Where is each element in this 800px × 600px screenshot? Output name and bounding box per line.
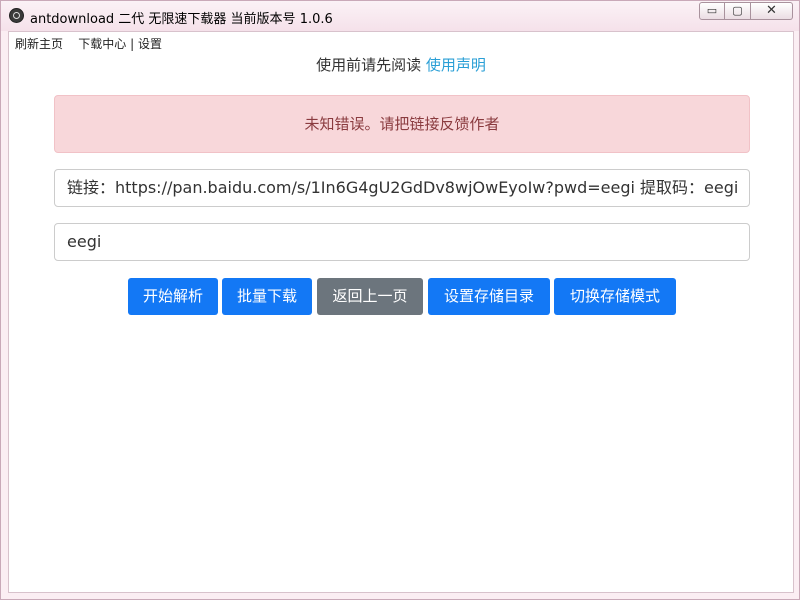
menu-refresh-home[interactable]: 刷新主页 (15, 37, 63, 51)
menu-download-center[interactable]: 下载中心 (78, 37, 126, 51)
notice-text: 使用前请先阅读 (316, 56, 422, 74)
extract-code-input[interactable]: eegi (54, 223, 750, 261)
app-window: antdownload 二代 无限速下载器 当前版本号 1.0.6 ▭ ▢ ✕ … (0, 0, 800, 600)
menu-settings[interactable]: 设置 (138, 37, 162, 51)
usage-statement-link[interactable]: 使用声明 (426, 56, 486, 74)
close-button[interactable]: ✕ (751, 2, 793, 20)
back-button[interactable]: 返回上一页 (317, 278, 423, 315)
menu-separator: | (130, 37, 135, 51)
title-bar[interactable]: antdownload 二代 无限速下载器 当前版本号 1.0.6 ▭ ▢ ✕ (1, 1, 799, 31)
share-link-input[interactable]: 链接：https://pan.baidu.com/s/1In6G4gU2GdDv… (54, 169, 750, 207)
error-alert: 未知错误。请把链接反馈作者 (54, 95, 750, 153)
set-storage-dir-button[interactable]: 设置存储目录 (428, 278, 550, 315)
switch-storage-mode-button[interactable]: 切换存储模式 (554, 278, 676, 315)
maximize-button[interactable]: ▢ (725, 2, 751, 20)
batch-download-button[interactable]: 批量下载 (222, 278, 312, 315)
menu-bar: 刷新主页 下载中心 | 设置 (15, 35, 162, 52)
start-parse-button[interactable]: 开始解析 (128, 278, 218, 315)
minimize-button[interactable]: ▭ (699, 2, 725, 20)
main-content: 刷新主页 下载中心 | 设置 使用前请先阅读 使用声明 未知错误。请把链接反馈作… (8, 31, 794, 593)
usage-notice: 使用前请先阅读 使用声明 (9, 54, 793, 75)
window-title: antdownload 二代 无限速下载器 当前版本号 1.0.6 (30, 12, 333, 27)
app-logo-icon (9, 8, 24, 23)
